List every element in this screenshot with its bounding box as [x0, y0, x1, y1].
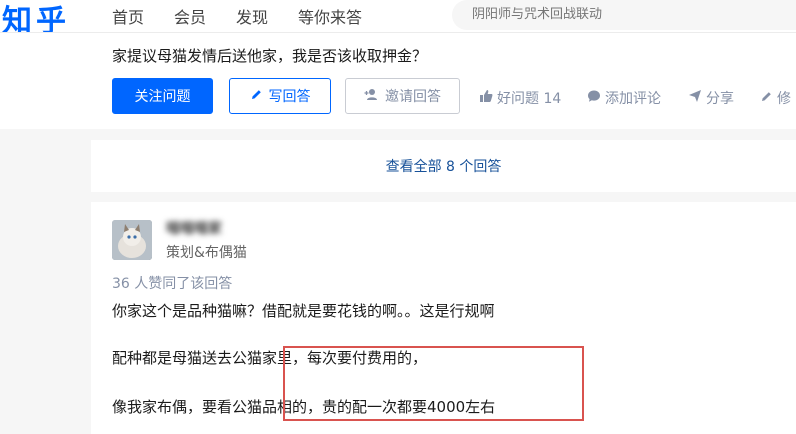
- pencil-icon: [760, 90, 773, 107]
- answer-paragraph: 你家这个是品种猫嘛？借配就是要花钱的啊。。这是行规啊: [112, 302, 495, 320]
- view-all-answers-label: 查看全部 8 个回答: [385, 159, 502, 175]
- author-bio: 策划&布偶猫: [166, 245, 247, 261]
- view-all-answers-link[interactable]: 查看全部 8 个回答: [91, 140, 796, 192]
- share-label: 分享: [706, 91, 734, 107]
- nav-vip-link[interactable]: 会员: [174, 4, 206, 28]
- share-button[interactable]: 分享: [688, 88, 734, 108]
- paper-plane-icon: [688, 89, 702, 107]
- search-input[interactable]: [452, 0, 796, 30]
- question-header: 家提议母猫发情后送他家，我是否该收取押金？ 关注问题 写回答 邀请回答 好问题 …: [0, 32, 796, 129]
- answer-paragraph: 配种都是母猫送去公猫家里，每次要付费用的，: [112, 349, 428, 367]
- add-comment-label: 添加评论: [605, 91, 661, 107]
- write-answer-label: 写回答: [268, 89, 311, 105]
- comment-bubble-icon: [587, 89, 601, 107]
- good-question-button[interactable]: 好问题 14: [479, 88, 561, 108]
- add-user-icon: [364, 88, 379, 105]
- answer-paragraph: 像我家布偶，要看公猫品相的，贵的配一次都要4000左右: [112, 398, 496, 416]
- nav-home-link[interactable]: 首页: [112, 4, 144, 28]
- invite-answer-label: 邀请回答: [385, 89, 441, 105]
- thumbs-up-icon: [479, 89, 493, 107]
- avatar[interactable]: [112, 220, 152, 260]
- edit-question-label: 修: [777, 91, 791, 107]
- nav-waiting-answer-link[interactable]: 等你来答: [298, 4, 362, 28]
- follow-question-label: 关注问题: [134, 89, 191, 105]
- nav-discover-link[interactable]: 发现: [236, 4, 268, 28]
- top-navigation-bar: 知乎 首页 会员 发现 等你来答: [0, 0, 796, 39]
- question-title: 家提议母猫发情后送他家，我是否该收取押金？: [112, 47, 428, 65]
- edit-question-button[interactable]: 修: [760, 88, 791, 108]
- good-question-label: 好问题 14: [497, 91, 562, 107]
- invite-answer-button[interactable]: 邀请回答: [345, 78, 460, 114]
- answer-card: 喵喵喵家 策划&布偶猫 36 人赞同了该回答 你家这个是品种猫嘛？借配就是要花钱…: [91, 202, 796, 434]
- author-name[interactable]: 喵喵喵家: [166, 218, 222, 238]
- pencil-icon: [250, 88, 263, 105]
- write-answer-button[interactable]: 写回答: [229, 78, 331, 114]
- follow-question-button[interactable]: 关注问题: [112, 78, 213, 114]
- add-comment-button[interactable]: 添加评论: [587, 88, 661, 108]
- vote-count: 36 人赞同了该回答: [112, 276, 233, 292]
